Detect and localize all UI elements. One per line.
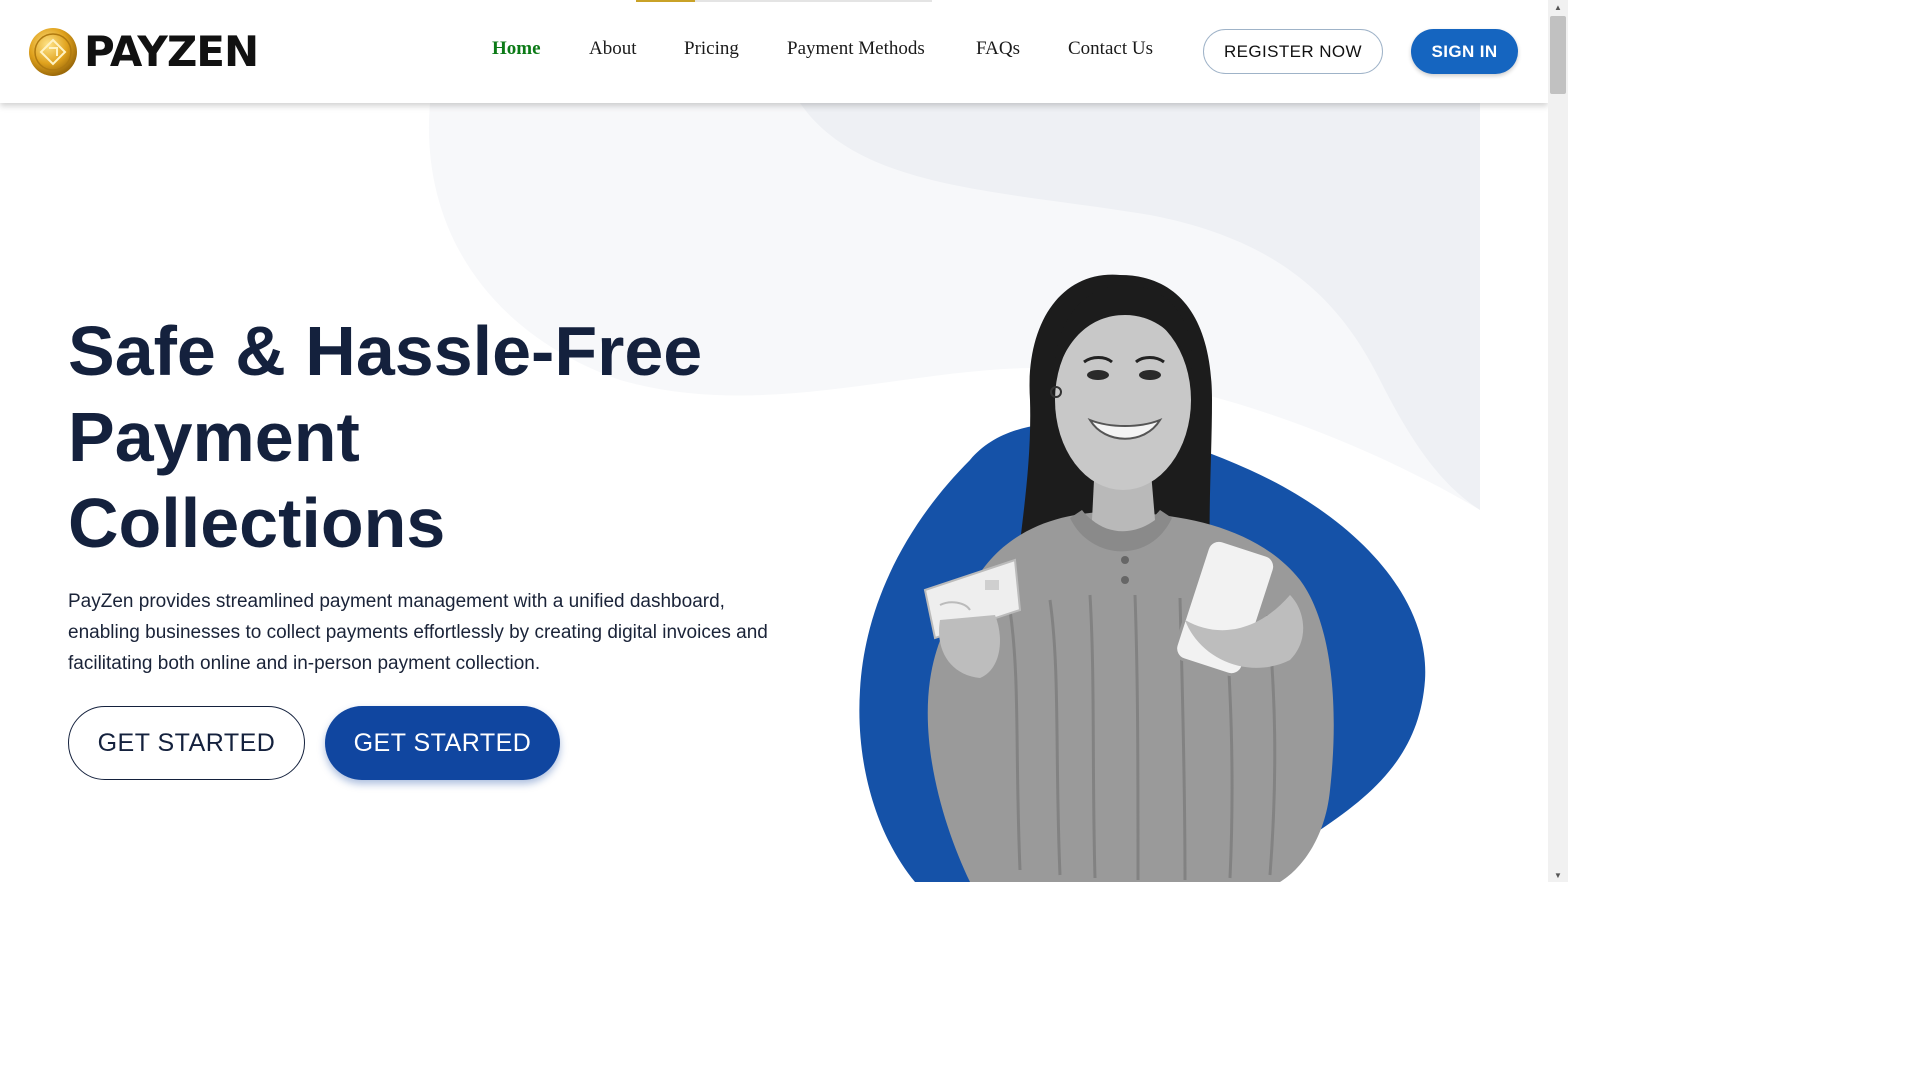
nav-contact-us[interactable]: Contact Us bbox=[1068, 38, 1153, 60]
sign-in-button[interactable]: SIGN IN bbox=[1411, 29, 1518, 74]
triangle-up-icon[interactable]: ▲ bbox=[1548, 0, 1568, 14]
nav-pricing[interactable]: Pricing bbox=[684, 38, 739, 60]
triangle-down-icon[interactable]: ▼ bbox=[1548, 868, 1568, 882]
hero-title-line3: Collections bbox=[68, 484, 446, 562]
scrollbar-thumb[interactable] bbox=[1550, 16, 1566, 94]
hero-title-line2: Payment bbox=[68, 398, 360, 476]
nav-about[interactable]: About bbox=[589, 38, 637, 60]
nav-faqs[interactable]: FAQs bbox=[976, 38, 1020, 60]
nav-payment-methods[interactable]: Payment Methods bbox=[787, 38, 925, 60]
nav-home[interactable]: Home bbox=[492, 38, 541, 60]
hero-title-line1: Safe & Hassle-Free bbox=[68, 312, 703, 390]
register-now-button[interactable]: REGISTER NOW bbox=[1203, 29, 1383, 74]
gold-coin-logo-icon bbox=[29, 28, 77, 76]
get-started-filled-button[interactable]: GET STARTED bbox=[325, 706, 560, 780]
brand-logo[interactable]: PAYZEN bbox=[28, 26, 259, 78]
hero-illustration bbox=[859, 274, 1426, 882]
page-scrollbar[interactable]: ▲ ▼ bbox=[1548, 0, 1568, 882]
hero-title: Safe & Hassle-Free Payment Collections bbox=[68, 308, 828, 566]
hero-description: PayZen provides streamlined payment mana… bbox=[68, 591, 768, 674]
nav-scroll-indicator bbox=[636, 0, 932, 2]
site-header: PAYZEN Home About Pricing Payment Method… bbox=[0, 0, 1548, 103]
brand-name: PAYZEN bbox=[84, 27, 259, 76]
get-started-outline-button[interactable]: GET STARTED bbox=[68, 706, 305, 780]
